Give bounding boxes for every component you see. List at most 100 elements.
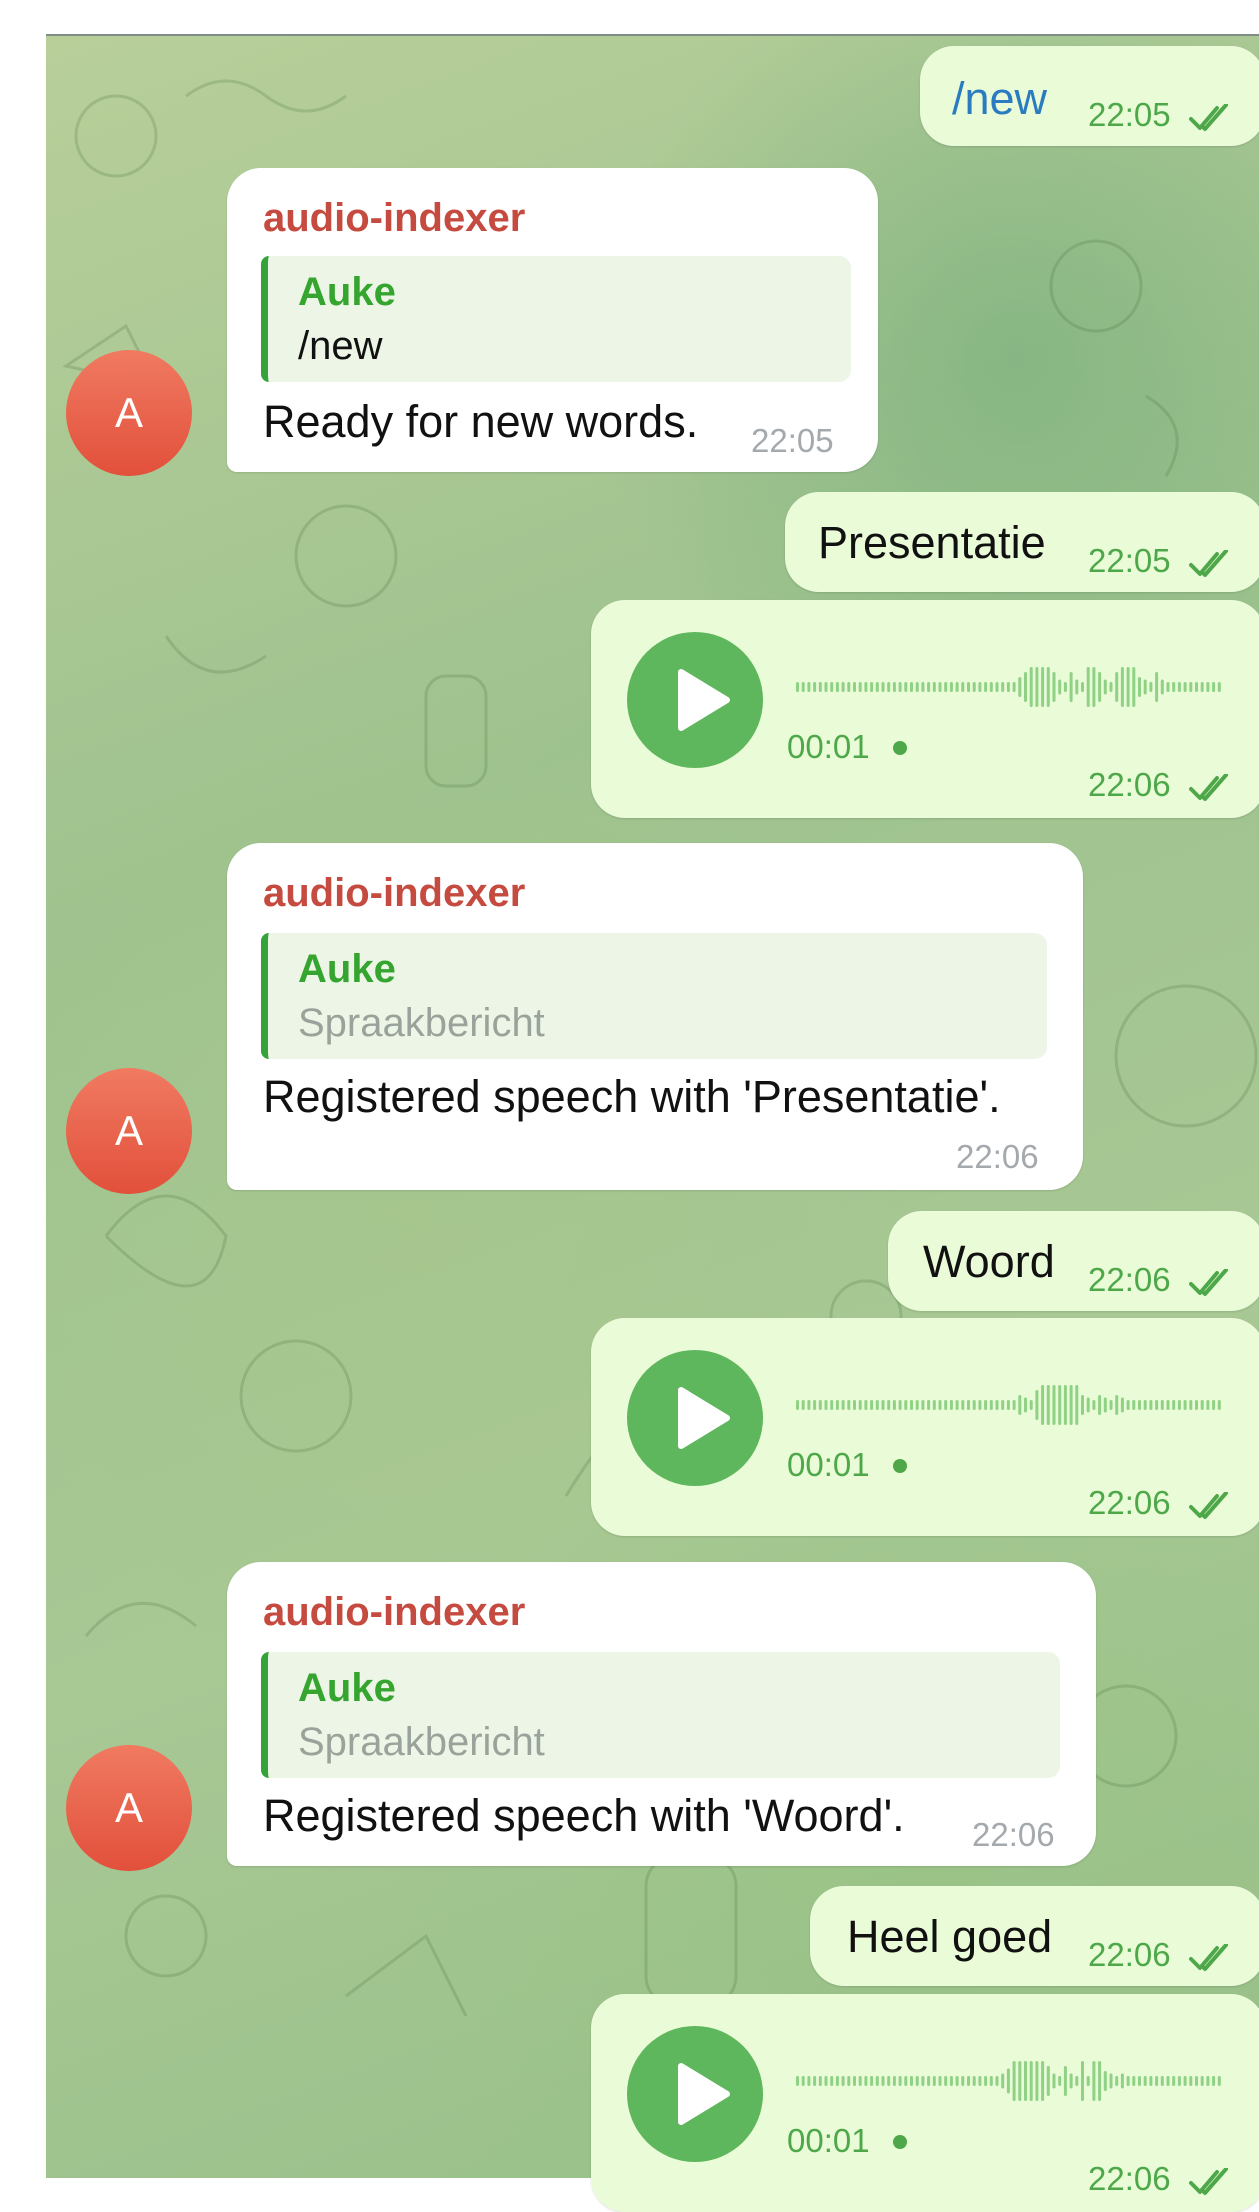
waveform-bar — [938, 682, 942, 692]
waveform-bar — [972, 682, 976, 692]
play-icon — [678, 2063, 730, 2125]
sender-name[interactable]: audio-indexer — [263, 196, 525, 241]
reply-author: Auke — [298, 1666, 396, 1710]
waveform-bar — [1206, 682, 1210, 692]
waveform-bar — [1092, 1400, 1096, 1410]
waveform-bar — [1195, 682, 1198, 692]
outgoing-message[interactable]: /new 22:05 — [920, 46, 1259, 146]
waveform-bar — [1063, 2066, 1067, 2096]
waveform-bar — [853, 2076, 856, 2086]
waveform-bar — [835, 2076, 839, 2086]
waveform-bar — [949, 682, 953, 692]
waveform-bar — [864, 2076, 868, 2086]
waveform-bar — [830, 1400, 834, 1410]
outgoing-voice-message[interactable]: 00:01 22:06 — [591, 1994, 1259, 2212]
waveform-bar — [807, 1400, 811, 1410]
waveform[interactable] — [796, 1380, 1226, 1430]
waveform-bar — [1195, 2076, 1198, 2086]
sender-name[interactable]: audio-indexer — [263, 1590, 525, 1635]
waveform-bar — [984, 682, 988, 692]
waveform-bar — [949, 2076, 953, 2086]
waveform-bar — [1138, 1400, 1141, 1410]
reply-preview[interactable]: Auke /new — [261, 256, 851, 382]
outgoing-message[interactable]: Presentatie 22:05 — [785, 492, 1259, 592]
waveform-bar — [1126, 1400, 1130, 1410]
waveform-bar — [989, 2076, 993, 2086]
waveform-bar — [1126, 2076, 1130, 2086]
waveform-bar — [944, 2076, 948, 2086]
waveform[interactable] — [796, 662, 1226, 712]
waveform-bar — [1029, 1400, 1033, 1410]
play-button[interactable] — [627, 1350, 763, 1486]
voice-duration: 00:01 — [787, 2122, 870, 2159]
reply-text: /new — [298, 324, 383, 368]
outgoing-voice-message[interactable]: 00:01 22:06 — [591, 1318, 1259, 1536]
waveform-bar — [1200, 682, 1204, 692]
waveform-bar — [1115, 2076, 1119, 2086]
outgoing-message[interactable]: Woord 22:06 — [888, 1211, 1259, 1311]
waveform-bar — [1098, 1395, 1102, 1415]
waveform-bar — [1058, 679, 1062, 695]
waveform-bar — [978, 1400, 982, 1410]
waveform-bar — [875, 1400, 879, 1410]
waveform-bar — [1046, 1385, 1050, 1425]
read-double-check-icon — [1189, 550, 1228, 577]
waveform-bar — [927, 682, 931, 692]
waveform-bar — [1166, 1400, 1170, 1410]
waveform-bar — [1195, 1400, 1198, 1410]
waveform-bar — [1103, 1397, 1107, 1413]
waveform-bar — [1172, 2076, 1176, 2086]
waveform-bar — [932, 1400, 936, 1410]
sender-name[interactable]: audio-indexer — [263, 871, 525, 916]
incoming-message[interactable]: audio-indexer Auke Spraakbericht Registe… — [227, 1562, 1096, 1866]
waveform-bar — [881, 1400, 885, 1410]
waveform-bar — [1029, 667, 1033, 707]
reply-preview[interactable]: Auke Spraakbericht — [261, 933, 1047, 1059]
waveform-bar — [864, 1400, 868, 1410]
message-text: Registered speech with 'Woord'. — [263, 1790, 905, 1841]
outgoing-message[interactable]: Heel goed 22:06 — [810, 1886, 1259, 1986]
waveform-bar — [955, 2076, 959, 2086]
waveform-bar — [870, 2076, 874, 2086]
waveform-bar — [1001, 682, 1005, 692]
play-button[interactable] — [627, 2026, 763, 2162]
outgoing-voice-message[interactable]: 00:01 22:06 — [591, 600, 1259, 818]
waveform-bar — [1120, 1397, 1124, 1413]
waveform-bar — [830, 682, 834, 692]
waveform-bar — [1075, 2076, 1079, 2086]
waveform-bar — [921, 1400, 925, 1410]
waveform-bar — [1052, 672, 1056, 702]
waveform-bar — [910, 1400, 913, 1410]
incoming-message[interactable]: audio-indexer Auke Spraakbericht Registe… — [227, 843, 1083, 1190]
waveform-bar — [1018, 1395, 1022, 1415]
play-button[interactable] — [627, 632, 763, 768]
waveform-bar — [864, 682, 868, 692]
waveform-bar — [813, 682, 817, 692]
waveform-bar — [1143, 1400, 1147, 1410]
incoming-message[interactable]: audio-indexer Auke /new Ready for new wo… — [227, 168, 878, 472]
reply-preview[interactable]: Auke Spraakbericht — [261, 1652, 1060, 1778]
read-double-check-icon — [1189, 1944, 1228, 1971]
waveform-bar — [938, 2076, 942, 2086]
waveform-bar — [796, 1400, 799, 1410]
waveform-bar — [1001, 1400, 1005, 1410]
bot-avatar[interactable]: A — [66, 350, 192, 476]
waveform-bar — [1012, 2061, 1016, 2101]
waveform-bar — [841, 2076, 845, 2086]
waveform-bar — [1018, 677, 1022, 697]
waveform-bar — [1086, 1397, 1090, 1413]
waveform-bar — [870, 682, 874, 692]
waveform-bar — [1012, 682, 1016, 692]
waveform-bar — [1046, 2066, 1050, 2096]
waveform-bar — [989, 682, 993, 692]
bot-avatar[interactable]: A — [66, 1745, 192, 1871]
waveform-bar — [1177, 2076, 1181, 2086]
waveform-bar — [1132, 1400, 1136, 1410]
waveform[interactable] — [796, 2056, 1226, 2106]
waveform-bar — [915, 2076, 919, 2086]
waveform-bar — [995, 2076, 999, 2086]
bot-avatar[interactable]: A — [66, 1068, 192, 1194]
waveform-bar — [887, 682, 891, 692]
reply-author: Auke — [298, 947, 396, 991]
waveform-bar — [904, 682, 908, 692]
